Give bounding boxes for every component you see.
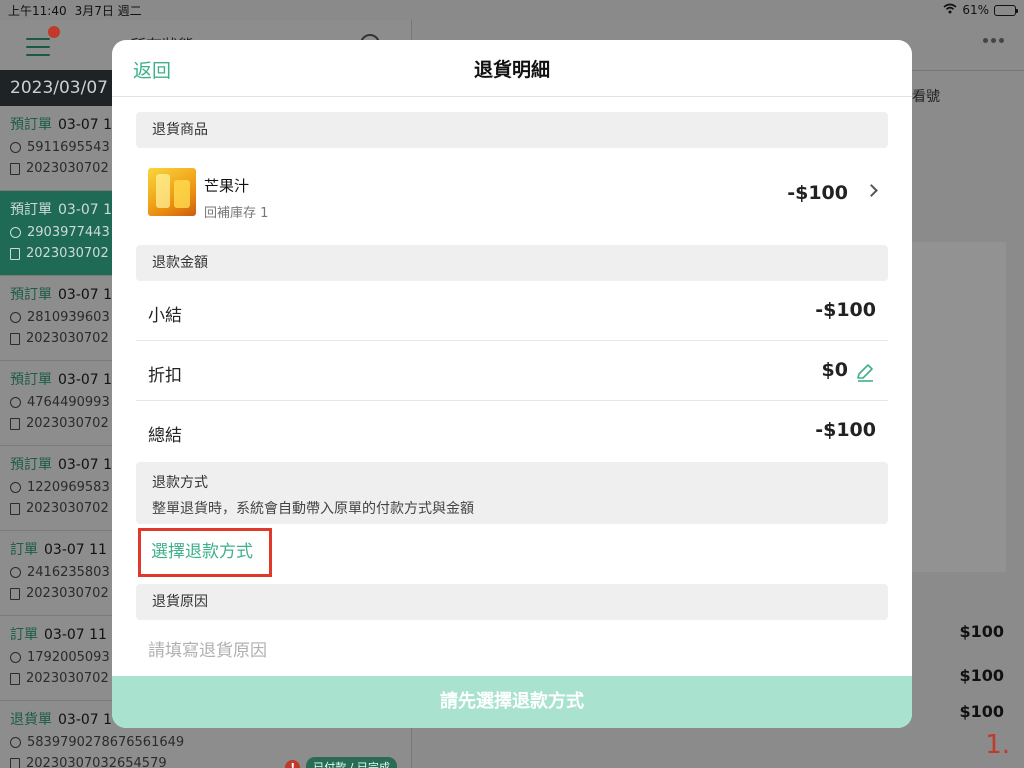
coin-icon — [10, 652, 21, 663]
coin-icon — [10, 737, 21, 748]
detail-label: 看號 — [912, 89, 940, 105]
detail-price: $100 — [959, 702, 1004, 721]
order-badges: ! 已付款 / 已完成 — [285, 757, 397, 768]
status-bar: 上午11:40 3月7日 週二 61% — [0, 0, 1024, 20]
more-icon[interactable] — [983, 38, 1004, 43]
subtotal-value: -$100 — [815, 299, 876, 321]
order-number: 1220969583 — [27, 480, 110, 495]
total-value: -$100 — [815, 419, 876, 441]
detail-price: $100 — [959, 622, 1004, 641]
total-label: 總結 — [148, 426, 182, 446]
order-number: 5911695543 — [27, 140, 110, 155]
wifi-icon — [943, 3, 957, 17]
order-type: 退貨單 — [10, 712, 52, 728]
discount-value: $0 — [821, 359, 848, 381]
detail-price: $100 — [959, 666, 1004, 685]
coin-icon — [10, 567, 21, 578]
coin-icon — [10, 482, 21, 493]
coin-icon — [10, 312, 21, 323]
order-code: 2023030702 — [26, 161, 109, 176]
order-type: 預訂單 — [10, 202, 52, 218]
order-type: 預訂單 — [10, 117, 52, 133]
order-type: 訂單 — [10, 542, 38, 558]
refund-method-note: 整單退貨時，系統會自動帶入原單的付款方式與金額 — [152, 501, 474, 517]
subtotal-row: 小結 -$100 — [136, 281, 888, 341]
order-number: 2903977443 — [27, 225, 110, 240]
modal-title: 退貨明細 — [473, 59, 550, 81]
order-time: 03-07 11 — [44, 542, 107, 558]
return-product-row[interactable]: 芒果汁 回補庫存 1 -$100 — [136, 148, 888, 236]
menu-icon[interactable] — [26, 38, 50, 56]
reason-section: 退貨原因 — [136, 584, 888, 620]
modal-header: 返回 退貨明細 — [112, 40, 912, 97]
product-restock-note: 回補庫存 1 — [204, 206, 269, 221]
order-code: 2023030702 — [26, 331, 109, 346]
order-time: 03-07 1 — [58, 117, 113, 133]
coin-icon — [10, 142, 21, 153]
order-time: 03-07 11 — [44, 627, 107, 643]
refund-method-section: 退款方式 整單退貨時，系統會自動帶入原單的付款方式與金額 — [136, 462, 888, 524]
order-number: 2810939603 — [27, 310, 110, 325]
order-number: 5839790278676561649 — [27, 735, 185, 750]
order-code: 20230307032654579 — [26, 756, 167, 768]
order-type: 訂單 — [10, 627, 38, 643]
order-time: 03-07 1 — [58, 457, 113, 473]
warning-icon: ! — [285, 759, 301, 768]
order-time: 03-07 1 — [58, 712, 113, 728]
order-code: 2023030702 — [26, 586, 109, 601]
order-time: 03-07 1 — [58, 202, 113, 218]
goods-section: 退貨商品 芒果汁 回補庫存 1 -$100 — [136, 112, 888, 236]
subtotal-label: 小結 — [148, 306, 182, 326]
order-time: 03-07 1 — [58, 287, 113, 303]
discount-row: 折扣 $0 — [136, 341, 888, 401]
total-row: 總結 -$100 — [136, 401, 888, 461]
refund-method-title: 退款方式 — [152, 475, 208, 491]
receipt-icon — [10, 672, 20, 685]
section-header-refund-method: 退款方式 整單退貨時，系統會自動帶入原單的付款方式與金額 — [136, 462, 888, 524]
notification-dot — [48, 26, 60, 38]
status-date: 3月7日 週二 — [74, 3, 142, 18]
submit-button[interactable]: 請先選擇退款方式 — [112, 676, 912, 728]
product-thumbnail — [148, 168, 196, 216]
detail-panel-block — [912, 242, 1006, 572]
battery-icon — [994, 4, 1018, 16]
order-code: 2023030702 — [26, 501, 109, 516]
order-number: 1792005093 — [27, 650, 110, 665]
discount-label: 折扣 — [148, 366, 182, 386]
order-type: 預訂單 — [10, 457, 52, 473]
coin-icon — [10, 397, 21, 408]
order-code: 2023030702 — [26, 671, 109, 686]
receipt-icon — [10, 502, 20, 515]
return-detail-modal: 返回 退貨明細 退貨商品 芒果汁 回補庫存 1 -$100 退款金額 小結 -$… — [112, 40, 912, 728]
refund-amount-section: 退款金額 小結 -$100 折扣 $0 總結 -$100 — [136, 245, 888, 461]
pencil-icon[interactable] — [854, 361, 876, 383]
receipt-icon — [10, 417, 20, 430]
status-time: 上午11:40 — [8, 3, 67, 18]
order-number: 4764490993 — [27, 395, 110, 410]
receipt-icon — [10, 247, 20, 260]
section-header-reason: 退貨原因 — [136, 584, 888, 620]
product-name: 芒果汁 — [204, 177, 250, 195]
receipt-icon — [10, 757, 20, 768]
order-number-line: 5839790278676561649 — [10, 735, 401, 750]
coin-icon — [10, 227, 21, 238]
step-number: 1. — [985, 730, 1010, 760]
order-code: 2023030702 — [26, 416, 109, 431]
section-header-goods: 退貨商品 — [136, 112, 888, 148]
order-type: 預訂單 — [10, 287, 52, 303]
chevron-right-icon — [865, 184, 878, 197]
select-refund-method-button[interactable]: 選擇退款方式 — [138, 528, 272, 577]
order-code: 2023030702 — [26, 246, 109, 261]
order-time: 03-07 1 — [58, 372, 113, 388]
product-price: -$100 — [787, 182, 848, 204]
receipt-icon — [10, 587, 20, 600]
order-number: 2416235803 — [27, 565, 110, 580]
order-type: 預訂單 — [10, 372, 52, 388]
section-header-refund: 退款金額 — [136, 245, 888, 281]
receipt-icon — [10, 162, 20, 175]
battery-percent: 61% — [962, 3, 989, 17]
receipt-icon — [10, 332, 20, 345]
status-badge: 已付款 / 已完成 — [306, 757, 397, 768]
return-reason-input[interactable] — [148, 636, 878, 666]
